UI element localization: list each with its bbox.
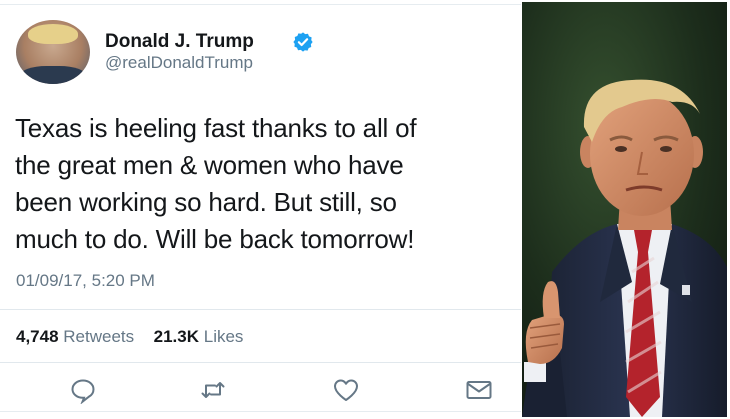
divider xyxy=(0,309,521,310)
avatar[interactable] xyxy=(16,20,90,84)
retweet-icon[interactable] xyxy=(198,376,228,404)
engagement-stats: 4,748 Retweets 21.3K Likes xyxy=(16,327,243,347)
composite-image: Donald J. Trump @realDonaldTrump Texas i… xyxy=(0,0,730,419)
tweet-text-line: been working so hard. But still, so xyxy=(15,187,397,217)
display-name[interactable]: Donald J. Trump xyxy=(105,31,254,53)
retweet-count[interactable]: 4,748 xyxy=(16,327,59,346)
user-handle[interactable]: @realDonaldTrump xyxy=(105,53,253,73)
tweet-text: Texas is heeling fast thanks to all of t… xyxy=(15,110,515,258)
heart-icon[interactable] xyxy=(331,376,361,404)
top-border xyxy=(0,4,521,5)
verified-badge-icon xyxy=(292,31,314,53)
tweet-text-line: the great men & women who have xyxy=(15,150,404,180)
tweet-timestamp[interactable]: 01/09/17, 5:20 PM xyxy=(16,271,155,291)
tweet-card: Donald J. Trump @realDonaldTrump Texas i… xyxy=(0,0,521,419)
reply-icon[interactable] xyxy=(68,376,98,405)
avatar-hair xyxy=(28,24,78,44)
tweet-text-line: Texas is heeling fast thanks to all of xyxy=(15,113,417,143)
divider xyxy=(0,362,521,363)
retweet-label[interactable]: Retweets xyxy=(63,327,134,346)
tweet-actions xyxy=(0,372,521,408)
bottom-border xyxy=(0,411,521,419)
photo-panel xyxy=(522,2,727,417)
like-count[interactable]: 21.3K xyxy=(154,327,199,346)
envelope-icon[interactable] xyxy=(464,376,494,404)
portrait-thumbs-up-image xyxy=(522,2,727,417)
like-label[interactable]: Likes xyxy=(204,327,244,346)
avatar-suit xyxy=(20,66,86,84)
tweet-text-line: much to do. Will be back tomorrow! xyxy=(15,224,415,254)
